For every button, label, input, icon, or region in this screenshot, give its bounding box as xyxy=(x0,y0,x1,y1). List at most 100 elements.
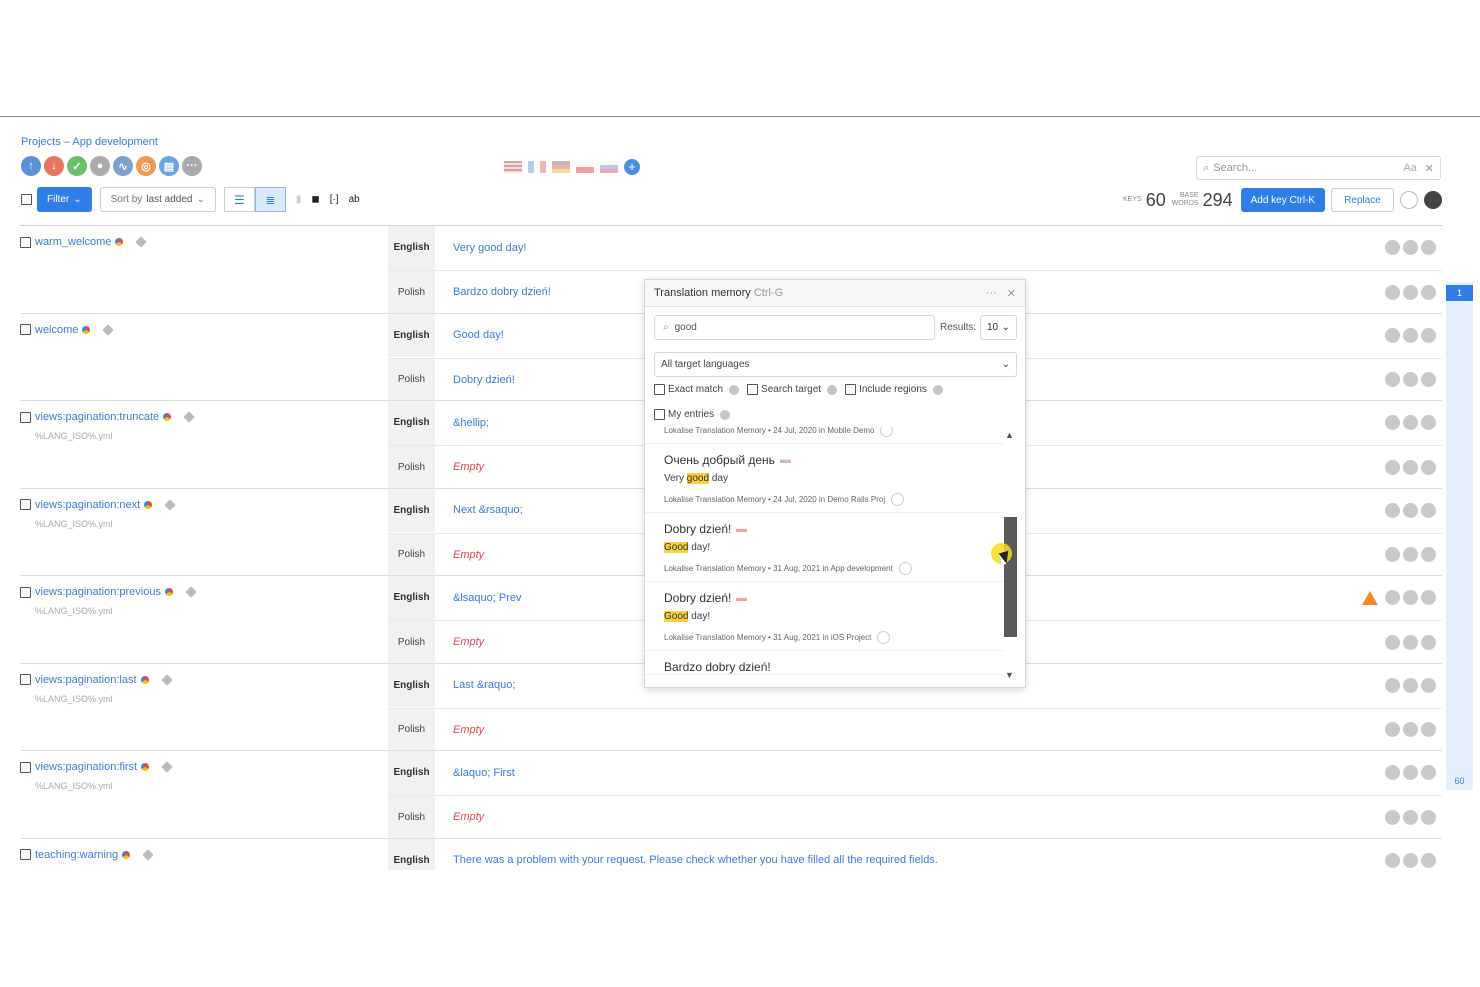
history-icon[interactable] xyxy=(1421,284,1436,300)
key-name-label[interactable]: views:pagination:previous xyxy=(35,586,161,598)
review-icon[interactable] xyxy=(1385,284,1400,300)
key-name[interactable]: views:pagination:last xyxy=(20,673,173,686)
tm-result-item[interactable]: Dobry dzień! Good day! Lokalise Translatio… xyxy=(645,582,1003,651)
review-icon[interactable] xyxy=(1385,327,1400,343)
comments-icon[interactable] xyxy=(1403,677,1418,693)
review-icon[interactable] xyxy=(1385,765,1400,781)
key-checkbox[interactable] xyxy=(20,411,31,423)
replace-button[interactable]: Replace xyxy=(1331,188,1394,212)
key-name-label[interactable]: welcome xyxy=(35,324,78,336)
info-icon[interactable] xyxy=(729,384,740,395)
info-icon[interactable] xyxy=(720,409,731,420)
select-all-checkbox[interactable] xyxy=(21,194,32,205)
tm-result-item[interactable]: Очень добрый день Very good day Lokalise T… xyxy=(645,444,1003,513)
key-name-label[interactable]: views:pagination:last xyxy=(35,674,137,686)
tag-icon[interactable] xyxy=(183,411,195,423)
review-icon[interactable] xyxy=(1385,722,1400,738)
bilingual-view-icon[interactable]: ≣ xyxy=(254,187,286,212)
key-name[interactable]: views:pagination:truncate xyxy=(20,411,195,423)
tag-icon[interactable] xyxy=(164,498,176,511)
tm-result-item[interactable]: Bardzo dobry dzień! xyxy=(645,651,1003,675)
review-icon[interactable] xyxy=(1385,240,1400,256)
review-icon[interactable] xyxy=(1385,415,1400,431)
history-icon[interactable] xyxy=(1421,547,1436,563)
tm-result-item[interactable]: Dobry dzień! Good day! Lokalise Translatio… xyxy=(645,513,1003,582)
comments-icon[interactable] xyxy=(1403,240,1418,256)
key-name[interactable]: views:pagination:previous xyxy=(20,586,197,598)
copy-icon[interactable] xyxy=(1399,191,1418,209)
key-name-label[interactable]: warm_welcome xyxy=(35,236,111,248)
key-checkbox[interactable] xyxy=(20,586,31,598)
key-name[interactable]: teaching:warning xyxy=(20,848,154,861)
search-input[interactable]: ⌕ Search... Aa ✕ xyxy=(1196,156,1441,180)
copy-icon[interactable] xyxy=(891,493,905,506)
history-icon[interactable] xyxy=(1421,372,1436,388)
download-icon[interactable]: ↓ xyxy=(44,156,64,176)
placeholder-icon[interactable]: [·] xyxy=(330,194,339,205)
flag-ru-icon[interactable] xyxy=(600,161,618,173)
match-case-button[interactable]: Aa xyxy=(1403,162,1416,174)
tm-option[interactable]: Search target xyxy=(747,384,838,395)
comments-icon[interactable] xyxy=(1403,502,1418,518)
copy-icon[interactable] xyxy=(877,631,891,644)
key-checkbox[interactable] xyxy=(20,849,31,860)
key-name-label[interactable]: views:pagination:next xyxy=(35,499,140,511)
translation-text[interactable]: Very good day! xyxy=(453,242,1385,254)
comments-icon[interactable] xyxy=(1403,415,1418,431)
key-checkbox[interactable] xyxy=(20,236,31,248)
review-icon[interactable] xyxy=(1385,590,1400,606)
tag-icon[interactable] xyxy=(161,761,173,773)
review-icon[interactable] xyxy=(1385,852,1400,868)
scroll-down-icon[interactable]: ▼ xyxy=(1005,670,1014,680)
tm-option[interactable]: My entries xyxy=(654,409,731,420)
translation-text[interactable]: Empty xyxy=(453,724,1385,736)
list-view-icon[interactable]: ☰ xyxy=(223,187,255,212)
comments-icon[interactable] xyxy=(1403,327,1418,343)
history-icon[interactable] xyxy=(1421,722,1436,738)
copy-icon[interactable] xyxy=(898,562,912,575)
docs-icon[interactable]: ▤ xyxy=(159,156,179,176)
history-icon[interactable] xyxy=(1421,240,1436,256)
upload-icon[interactable]: ↑ xyxy=(21,156,41,176)
history-icon[interactable] xyxy=(1421,502,1436,518)
history-icon[interactable] xyxy=(1421,809,1436,825)
key-name[interactable]: welcome xyxy=(20,324,115,336)
key-name[interactable]: views:pagination:next xyxy=(20,498,176,511)
sort-dropdown[interactable]: Sort by last added ⌄ xyxy=(99,187,216,212)
option-checkbox[interactable] xyxy=(654,409,665,420)
results-select[interactable]: 10 ⌄ xyxy=(980,315,1017,340)
filter-button[interactable]: Filter ⌄ xyxy=(37,187,92,212)
comments-icon[interactable] xyxy=(1403,765,1418,781)
review-icon[interactable] xyxy=(1385,459,1400,475)
tag-icon[interactable] xyxy=(185,586,197,598)
tag-icon[interactable] xyxy=(142,848,154,861)
key-checkbox[interactable] xyxy=(20,674,31,685)
key-checkbox[interactable] xyxy=(20,761,31,773)
info-icon[interactable] xyxy=(932,384,943,395)
scroll-thumb[interactable] xyxy=(1004,517,1017,637)
history-icon[interactable] xyxy=(1421,765,1436,781)
comments-icon[interactable] xyxy=(1403,284,1418,300)
flag-pl-icon[interactable] xyxy=(576,161,594,173)
history-icon[interactable] xyxy=(1421,327,1436,343)
key-name-label[interactable]: teaching:warning xyxy=(35,849,118,861)
tm-result-item[interactable]: Lokalise Translation Memory • 24 Jul, 20… xyxy=(645,427,1003,444)
comments-icon[interactable] xyxy=(1403,852,1418,868)
translation-text[interactable]: There was a problem with your request. P… xyxy=(453,854,1385,866)
activity-icon[interactable]: ∿ xyxy=(113,156,133,176)
tag-icon[interactable] xyxy=(135,236,148,248)
key-name[interactable]: warm_welcome xyxy=(20,236,148,248)
history-icon[interactable] xyxy=(1421,677,1436,693)
add-language-button[interactable]: + xyxy=(624,159,640,175)
option-checkbox[interactable] xyxy=(654,384,665,395)
spellcheck-icon[interactable]: ab xyxy=(349,194,360,205)
comments-icon[interactable] xyxy=(1403,547,1418,563)
target-language-select[interactable]: All target languages ⌄ xyxy=(654,352,1017,377)
tag-icon[interactable] xyxy=(160,673,173,686)
flag-de-icon[interactable] xyxy=(552,161,570,173)
flag-fr-icon[interactable] xyxy=(528,161,546,173)
page-last[interactable]: 60 xyxy=(1446,776,1473,786)
comments-icon[interactable] xyxy=(1403,459,1418,475)
review-icon[interactable] xyxy=(1385,634,1400,650)
bookmark-icon[interactable]: ▮ xyxy=(296,194,302,205)
